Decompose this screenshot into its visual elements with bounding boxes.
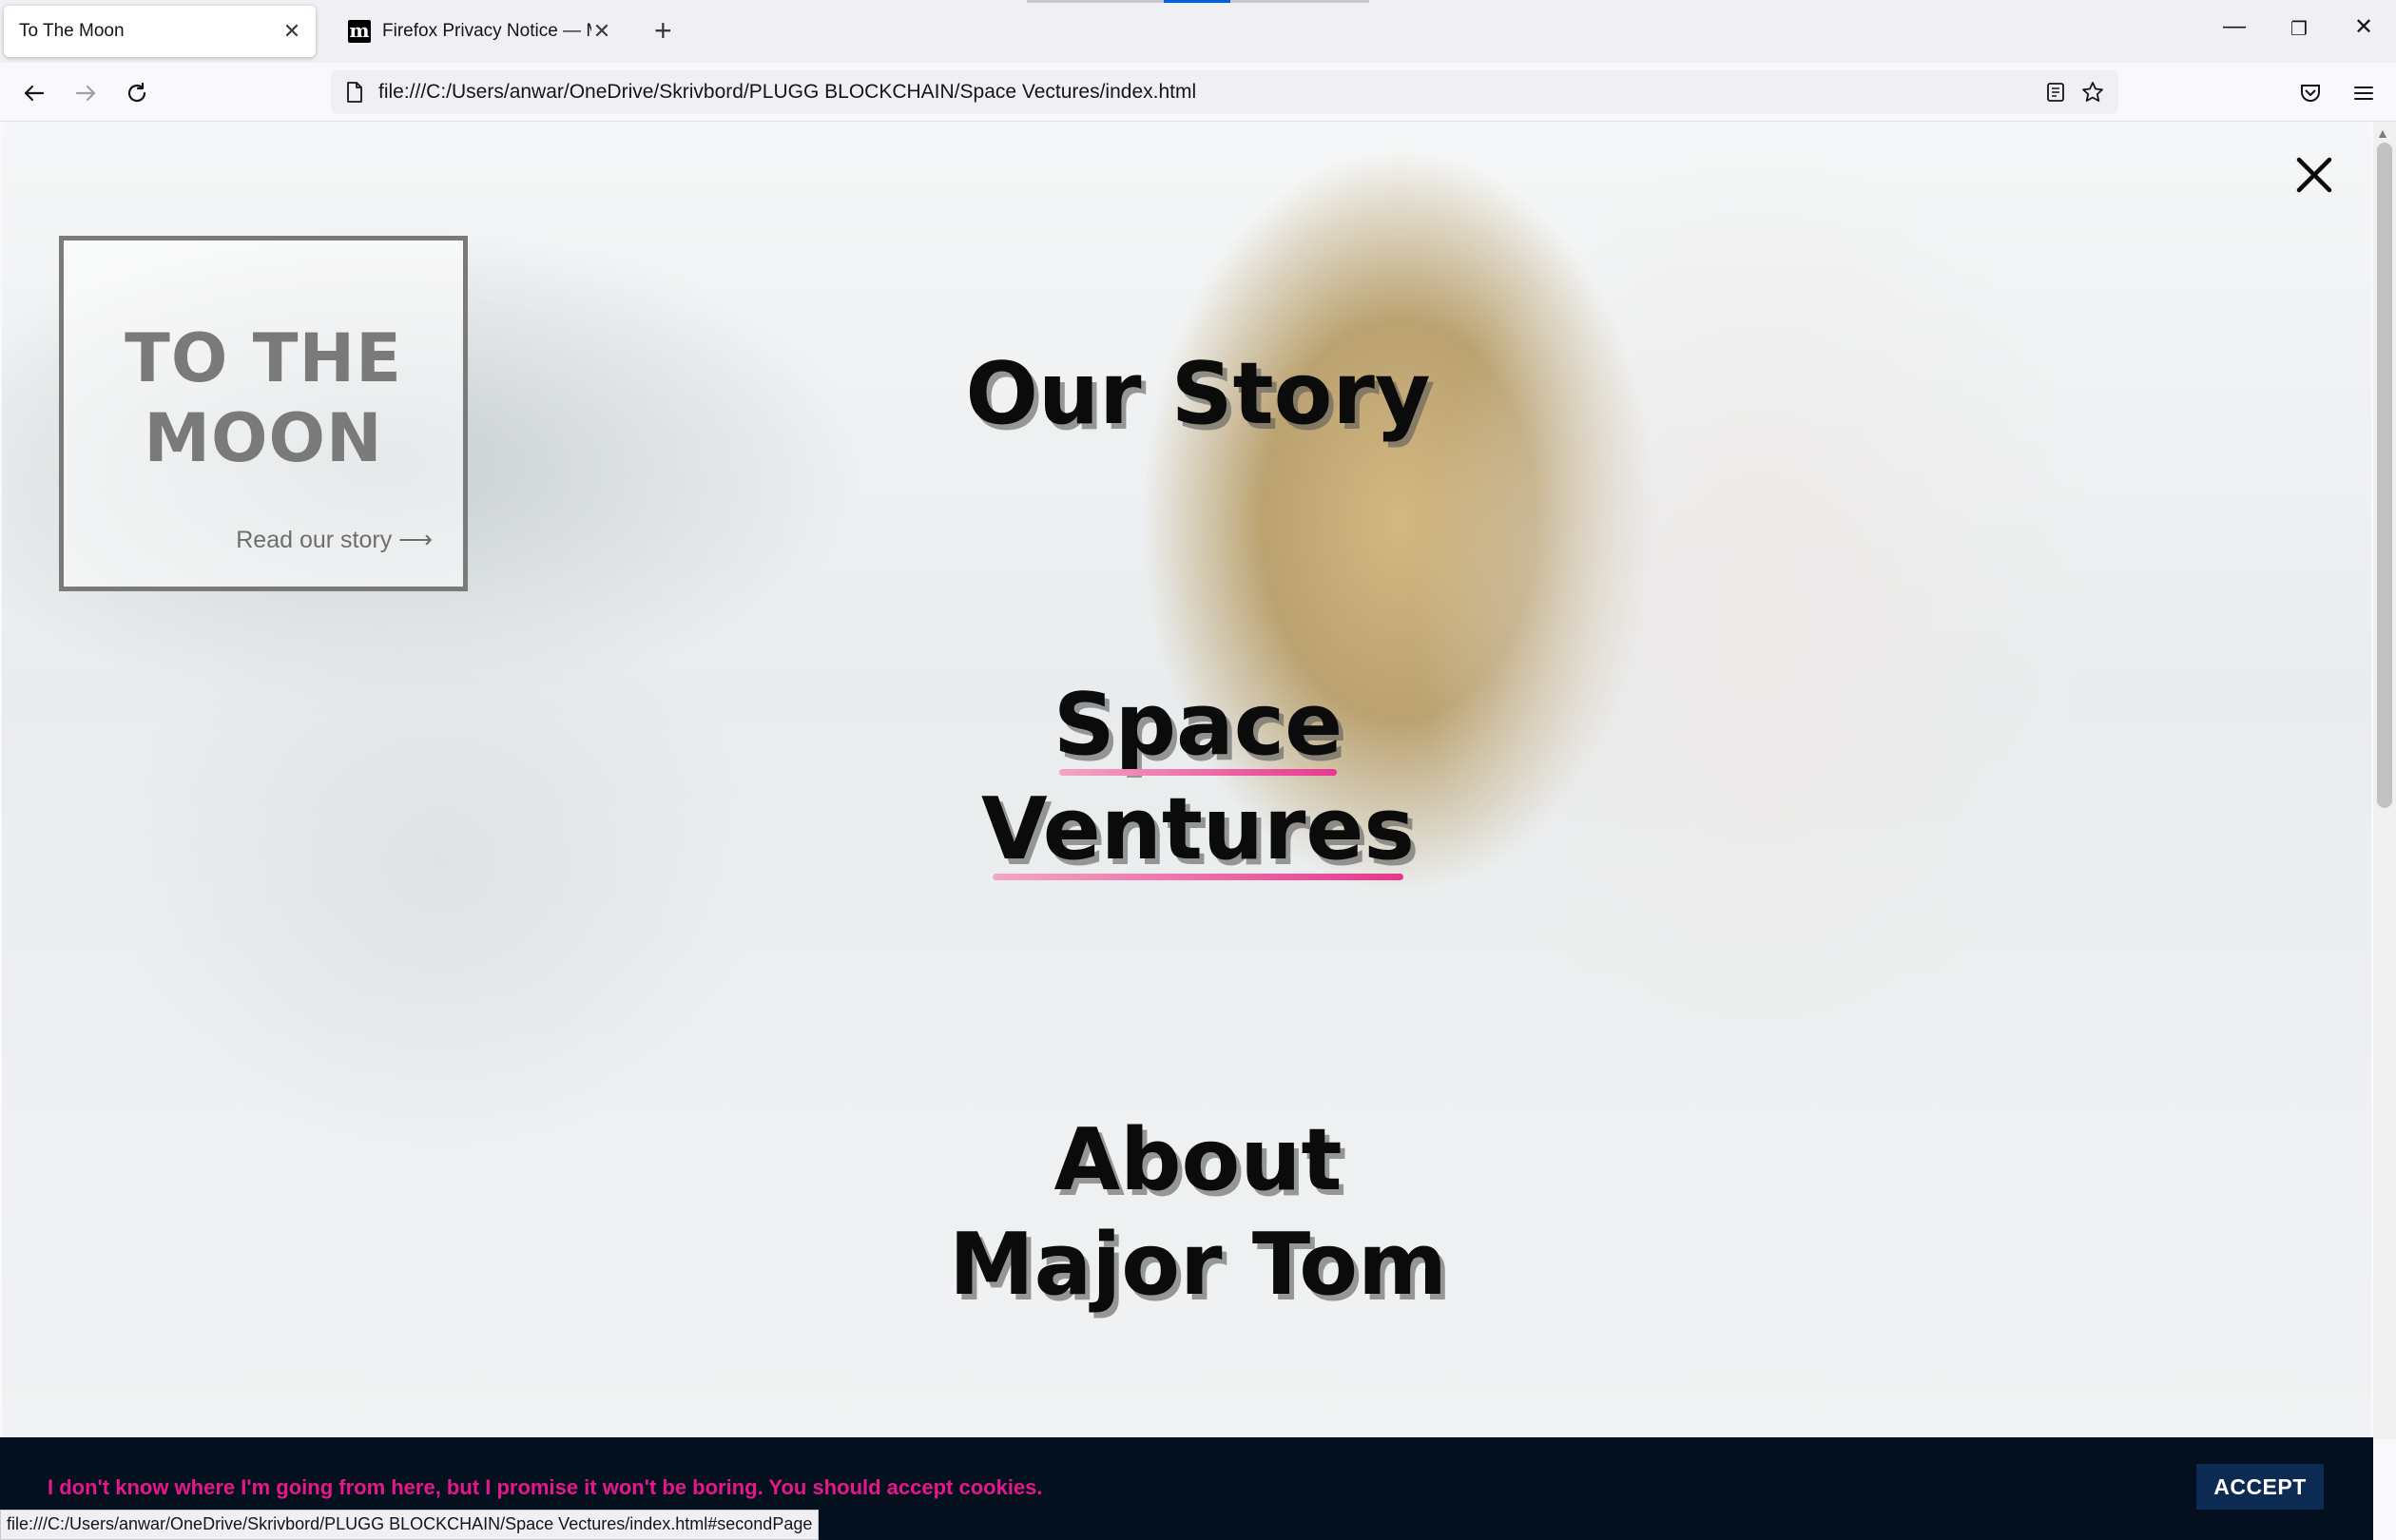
tab-strip-indicator-active (1164, 0, 1230, 3)
space-underline (1059, 769, 1337, 776)
link-status-bar: file:///C:/Users/anwar/OneDrive/Skrivbor… (0, 1510, 820, 1540)
menu-about-major-tom[interactable]: About Major Tom (0, 1108, 2396, 1318)
menu-about-line1: About (1053, 1110, 1343, 1210)
bookmark-star-icon[interactable] (2080, 80, 2105, 109)
restore-icon[interactable]: ❐ (2280, 17, 2318, 41)
menu-space-ventures-line2: Ventures (981, 780, 1415, 879)
tab-title: To The Moon (19, 21, 125, 41)
ventures-underline (993, 874, 1403, 880)
close-menu-icon[interactable] (2290, 150, 2339, 200)
menu-our-story[interactable]: Our Story (0, 342, 2396, 447)
tab-firefox-privacy-notice[interactable]: m Firefox Privacy Notice — Mozilla ✕ (333, 6, 626, 57)
tab-title: Firefox Privacy Notice — Mozilla (382, 21, 591, 41)
reader-view-icon[interactable] (2044, 81, 2067, 108)
window-close-icon[interactable]: ✕ (2345, 13, 2383, 41)
tab-strip: To The Moon ✕ m Firefox Privacy Notice —… (0, 0, 2396, 63)
menu-space-ventures[interactable]: Space Ventures (0, 673, 2396, 882)
scroll-up-arrow-icon[interactable]: ▲ (2376, 125, 2389, 141)
back-arrow-icon[interactable] (15, 74, 53, 112)
tab-close-icon[interactable]: ✕ (591, 19, 612, 44)
mozilla-favicon-icon: m (348, 19, 371, 43)
forward-arrow-icon[interactable] (67, 74, 105, 112)
tab-close-icon[interactable]: ✕ (281, 19, 302, 44)
pocket-icon[interactable] (2291, 74, 2329, 112)
accept-cookies-button[interactable]: ACCEPT (2196, 1464, 2324, 1510)
reload-icon[interactable] (118, 74, 156, 112)
cookie-message: I don't know where I'm going from here, … (48, 1475, 1043, 1499)
tab-to-the-moon[interactable]: To The Moon ✕ (4, 6, 316, 57)
navigation-toolbar: file:///C:/Users/anwar/OneDrive/Skrivbor… (0, 63, 2396, 122)
menu-space-ventures-line1: Space (1053, 675, 1343, 775)
hamburger-menu-icon[interactable] (2345, 74, 2383, 112)
read-our-story-link[interactable]: Read our story ⟶ (236, 526, 433, 554)
address-bar[interactable]: file:///C:/Users/anwar/OneDrive/Skrivbor… (331, 70, 2118, 114)
page-file-icon (344, 81, 365, 108)
new-tab-plus-icon[interactable]: + (654, 13, 672, 48)
menu-about-line2: Major Tom (949, 1215, 1447, 1315)
minimize-icon[interactable]: — (2215, 13, 2253, 40)
url-text: file:///C:/Users/anwar/OneDrive/Skrivbor… (378, 81, 1197, 103)
